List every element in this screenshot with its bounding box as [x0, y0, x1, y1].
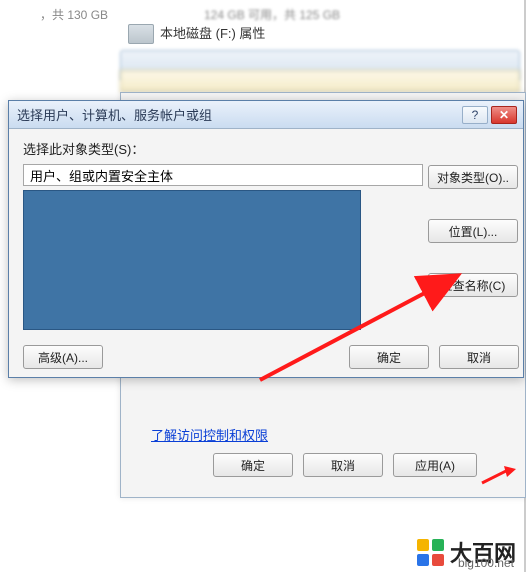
dialog-titlebar[interactable]: 选择用户、计算机、服务帐户或组 ? ✕	[9, 101, 523, 129]
object-types-button[interactable]: 对象类型(O)..	[428, 165, 518, 189]
watermark-url: big100.net	[458, 556, 514, 570]
dialog-ok-button[interactable]: 确定	[349, 345, 429, 369]
prop-apply-button[interactable]: 应用(A)	[393, 453, 477, 477]
titlebar-controls: ? ✕	[462, 106, 517, 124]
names-textarea-selection[interactable]	[23, 190, 361, 330]
help-icon[interactable]: ?	[462, 106, 488, 124]
drive-label: 本地磁盘 (F:) 属性	[160, 23, 265, 42]
background-window-strip-2	[120, 70, 520, 92]
logo-squares-icon	[417, 539, 444, 566]
bg-disk-info-2: 124 GB 可用，共 125 GB	[204, 6, 340, 23]
dialog-side-buttons: 对象类型(O).. 位置(L)... 检查名称(C)	[428, 165, 518, 297]
dialog-body: 选择此对象类型(S)： 用户、组或内置安全主体 对象类型(O).. 位置(L).…	[9, 129, 523, 377]
advanced-button[interactable]: 高级(A)...	[23, 345, 103, 369]
drive-icon	[128, 24, 154, 44]
dialog-title: 选择用户、计算机、服务帐户或组	[17, 105, 212, 124]
learn-permissions-link[interactable]: 了解访问控制和权限	[151, 425, 268, 444]
close-icon[interactable]: ✕	[491, 106, 517, 124]
dialog-confirm-buttons: 确定 取消	[349, 345, 519, 369]
prop-ok-button[interactable]: 确定	[213, 453, 293, 477]
locations-button[interactable]: 位置(L)...	[428, 219, 518, 243]
object-type-label: 选择此对象类型(S)：	[23, 139, 511, 158]
properties-button-row: 确定 取消 应用(A)	[213, 453, 477, 477]
select-users-dialog: 选择用户、计算机、服务帐户或组 ? ✕ 选择此对象类型(S)： 用户、组或内置安…	[8, 100, 524, 378]
check-names-button[interactable]: 检查名称(C)	[428, 273, 518, 297]
object-type-field[interactable]: 用户、组或内置安全主体	[23, 164, 423, 186]
prop-cancel-button[interactable]: 取消	[303, 453, 383, 477]
bg-disk-info: ，共 130 GB	[40, 6, 108, 23]
dialog-bottom-row: 高级(A)... 确定 取消	[23, 345, 519, 369]
dialog-cancel-button[interactable]: 取消	[439, 345, 519, 369]
